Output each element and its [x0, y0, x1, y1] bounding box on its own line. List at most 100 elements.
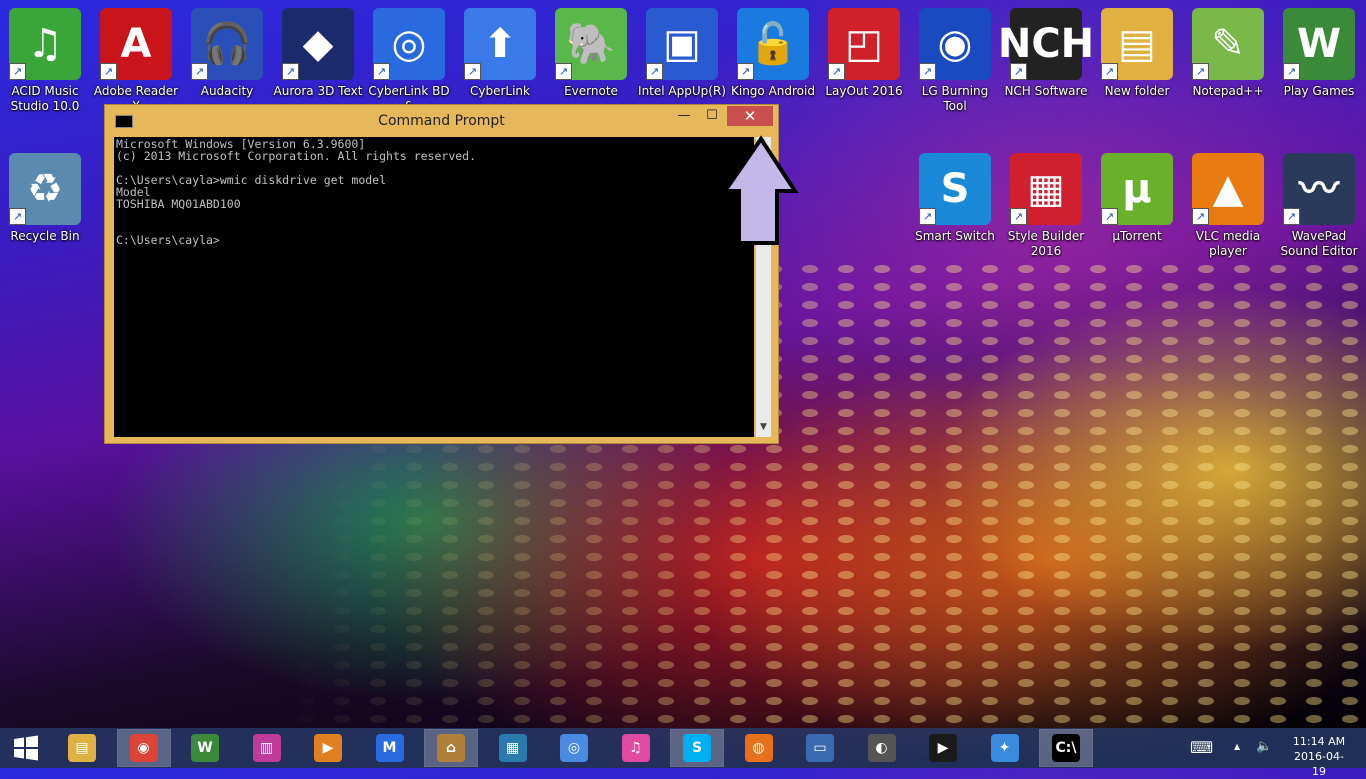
- command-prompt-window[interactable]: Command Prompt — ☐ ✕ Microsoft Windows […: [104, 104, 779, 444]
- shortcut-arrow-icon: ↗: [919, 63, 936, 80]
- taskbar-item[interactable]: M: [364, 730, 416, 766]
- maximize-button[interactable]: ☐: [699, 106, 725, 126]
- desktop-shortcut[interactable]: ◉ ↗ LG Burning Tool: [910, 4, 1000, 114]
- library-icon: ⌂: [437, 734, 465, 762]
- taskbar-item[interactable]: ▤: [56, 730, 108, 766]
- taskbar-item[interactable]: ◎: [548, 730, 600, 766]
- style-builder-icon: ▦ ↗: [1010, 153, 1082, 225]
- desktop-shortcut[interactable]: µ ↗ µTorrent: [1092, 149, 1182, 244]
- shortcut-arrow-icon: ↗: [191, 63, 208, 80]
- taskbar-item[interactable]: ▶: [302, 730, 354, 766]
- cyberlink-bd-icon: ◎ ↗: [373, 8, 445, 80]
- taskbar-item[interactable]: ◐: [856, 730, 908, 766]
- kingo-android-icon: 🔓 ↗: [737, 8, 809, 80]
- acid-music-icon: ♫ ↗: [9, 8, 81, 80]
- lg-burning-tool-icon: ◉ ↗: [919, 8, 991, 80]
- desktop-shortcut[interactable]: ◰ ↗ LayOut 2016: [819, 4, 909, 99]
- desktop-shortcut-label: µTorrent: [1112, 229, 1162, 243]
- shortcut-arrow-icon: ↗: [1283, 63, 1300, 80]
- desktop-shortcut[interactable]: 🔓 ↗ Kingo Android: [728, 4, 818, 99]
- keyboard-icon[interactable]: ⌨: [1190, 738, 1213, 757]
- minimize-button[interactable]: —: [671, 106, 697, 126]
- desktop-shortcut-label: VLC media player: [1195, 229, 1261, 258]
- desktop-shortcut[interactable]: NCH ↗ NCH Software: [998, 4, 1094, 99]
- taskbar-item[interactable]: ▶: [917, 730, 969, 766]
- desktop-shortcut[interactable]: ▦ ↗ Style Builder 2016: [1001, 149, 1091, 259]
- notepad-plus-plus-icon: ✎ ↗: [1192, 8, 1264, 80]
- desktop-shortcut[interactable]: A↗Adobe Reader X: [91, 4, 181, 114]
- adobe-reader-icon: A ↗: [100, 8, 172, 80]
- taskbar-item[interactable]: ⌂: [424, 729, 478, 767]
- desktop-shortcut-label: LG Burning Tool: [921, 84, 989, 113]
- close-button[interactable]: ✕: [727, 106, 773, 126]
- desktop-shortcut[interactable]: 🐘 ↗ Evernote: [546, 4, 636, 99]
- clock-time: 11:14 AM: [1292, 735, 1346, 748]
- safari-icon: ✦: [990, 734, 1019, 762]
- desktop-shortcut[interactable]: S ↗ Smart Switch: [910, 149, 1000, 244]
- clock[interactable]: 11:14 AM 2016-04-19: [1288, 734, 1350, 779]
- taskbar-item[interactable]: W: [179, 730, 231, 766]
- shortcut-arrow-icon: ↗: [9, 208, 26, 225]
- shortcut-arrow-icon: ↗: [646, 63, 663, 80]
- desktop-shortcut[interactable]: 🎧 ↗ Audacity: [182, 4, 272, 99]
- desktop-shortcut[interactable]: ◎↗CyberLink BD &: [364, 4, 454, 114]
- up-arrow-annotation-icon: [721, 135, 799, 245]
- start-button[interactable]: [0, 730, 52, 766]
- scroll-down-arrow-icon[interactable]: ▼: [756, 422, 771, 437]
- taskbar-item[interactable]: C:\: [1039, 729, 1093, 767]
- taskbar-item[interactable]: ▦: [487, 730, 539, 766]
- desktop-shortcut-label: Notepad++: [1192, 84, 1264, 98]
- desktop-shortcut-label: Recycle Bin: [10, 229, 80, 243]
- desktop-shortcut-label: Aurora 3D Text: [273, 84, 363, 98]
- desktop-shortcut[interactable]: 〰 ↗ WavePad Sound Editor: [1274, 149, 1364, 259]
- taskbar-item[interactable]: S: [670, 729, 724, 767]
- taskbar-item[interactable]: ♫: [610, 730, 662, 766]
- shortcut-arrow-icon: ↗: [1101, 208, 1118, 225]
- desktop-shortcut[interactable]: ▤ ↗ New folder: [1092, 4, 1182, 99]
- desktop-shortcut[interactable]: ♫ ↗ ACID Music Studio 10.0: [0, 4, 90, 114]
- recycle-bin-icon: ♻ ↗: [9, 153, 81, 225]
- media-player-icon: ▶: [929, 734, 957, 762]
- desktop-shortcut[interactable]: ◆ ↗ Aurora 3D Text: [273, 4, 363, 99]
- folder-icon: ▤ ↗: [1101, 8, 1173, 80]
- taskbar-item[interactable]: ◍: [733, 730, 785, 766]
- shortcut-arrow-icon: ↗: [555, 63, 572, 80]
- shortcut-arrow-icon: ↗: [373, 63, 390, 80]
- command-prompt-icon: C:\: [1052, 734, 1080, 762]
- volume-icon[interactable]: 🔈: [1256, 739, 1272, 754]
- desktop-shortcut[interactable]: ▣ ↗ Intel AppUp(R): [637, 4, 727, 99]
- taskbar-item[interactable]: ✦: [979, 730, 1031, 766]
- winrar-icon: ▥: [252, 734, 281, 762]
- evernote-icon: 🐘 ↗: [555, 8, 627, 80]
- desktop-shortcut[interactable]: W ↗ Play Games: [1274, 4, 1364, 99]
- taskbar-item[interactable]: ▭: [794, 730, 846, 766]
- desktop-shortcut-label: ACID Music Studio 10.0: [10, 84, 80, 113]
- console-output[interactable]: Microsoft Windows [Version 6.3.9600] (c)…: [114, 137, 754, 437]
- desktop-shortcut[interactable]: ⬆ ↗ CyberLink: [455, 4, 545, 99]
- desktop-shortcut-label: WavePad Sound Editor: [1280, 229, 1358, 258]
- windows-logo-icon: [14, 735, 38, 761]
- taskbar-item[interactable]: ▥: [241, 730, 293, 766]
- desktop-shortcut-label: New folder: [1104, 84, 1170, 98]
- shortcut-arrow-icon: ↗: [1010, 208, 1027, 225]
- title-bar[interactable]: Command Prompt — ☐ ✕: [105, 105, 778, 135]
- play-games-icon: W ↗: [1283, 8, 1355, 80]
- cyberlink-icon: ⬆ ↗: [464, 8, 536, 80]
- taskbar-item[interactable]: ◉: [116, 729, 171, 767]
- firefox-icon: ◍: [744, 734, 773, 762]
- desktop-shortcut[interactable]: ▲ ↗ VLC media player: [1183, 149, 1273, 259]
- utorrent-icon: µ ↗: [1101, 153, 1173, 225]
- desktop-shortcut[interactable]: ♻ ↗ Recycle Bin: [0, 149, 90, 244]
- remote-desktop-icon: ▭: [806, 734, 834, 762]
- show-hidden-icons-chevron-icon[interactable]: ▲: [1234, 742, 1240, 751]
- shortcut-arrow-icon: ↗: [828, 63, 845, 80]
- desktop-shortcut-label: LayOut 2016: [825, 84, 903, 98]
- webcam-icon: ◐: [867, 734, 896, 762]
- intel-appup-icon: ▣ ↗: [646, 8, 718, 80]
- vlc-icon: ▲ ↗: [1192, 153, 1264, 225]
- shortcut-arrow-icon: ↗: [1192, 208, 1209, 225]
- desktop-shortcut[interactable]: ✎ ↗ Notepad++: [1183, 4, 1273, 99]
- skype-icon: S: [683, 734, 711, 762]
- shortcut-arrow-icon: ↗: [9, 63, 26, 80]
- shortcut-arrow-icon: ↗: [1101, 63, 1118, 80]
